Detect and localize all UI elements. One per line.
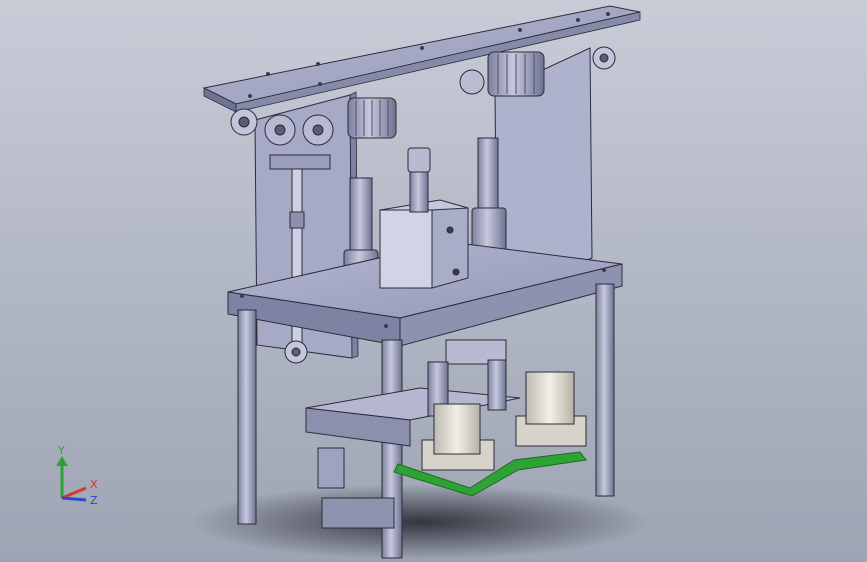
suction-cup-right[interactable]	[515, 371, 587, 447]
motor-right[interactable]	[459, 51, 545, 97]
y-axis-arrowhead	[56, 456, 68, 466]
machine-assembly-view[interactable]: Y X Z	[0, 0, 867, 562]
triad-y-label: Y	[57, 444, 65, 457]
cad-viewport[interactable]: Y X Z	[0, 0, 867, 562]
x-axis-arrow	[61, 486, 87, 500]
triad-x-label: X	[90, 478, 98, 491]
triad-z-label: Z	[90, 494, 98, 507]
ground-shadow	[190, 484, 650, 560]
motor-left[interactable]	[347, 97, 397, 139]
z-axis-arrow	[61, 496, 87, 502]
coordinate-triad: Y X Z	[56, 444, 98, 507]
pneumatic-cylinder[interactable]	[379, 147, 469, 289]
